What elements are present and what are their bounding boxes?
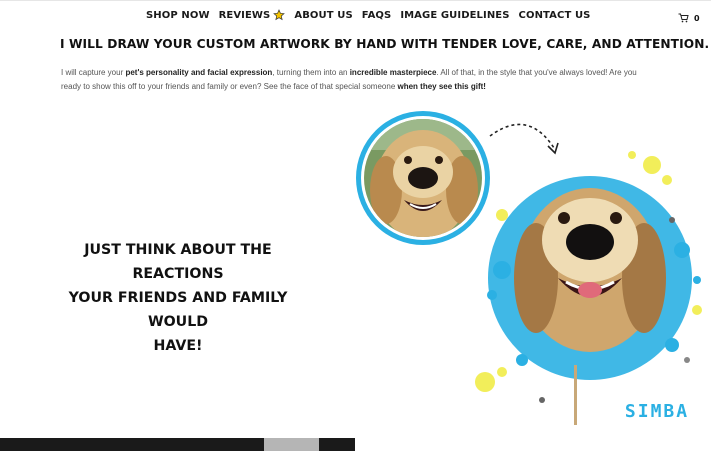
nav-faqs[interactable]: FAQS xyxy=(362,10,392,21)
tagline-line-1: JUST THINK ABOUT THE REACTIONS xyxy=(84,242,272,282)
tagline-line-3: HAVE! xyxy=(153,338,203,354)
cart-button[interactable]: 0 xyxy=(678,13,700,23)
desc-bold-1: pet's personality and facial expression xyxy=(125,68,273,77)
nav-image-guidelines-label: IMAGE GUIDELINES xyxy=(400,9,510,21)
desc-bold-3: when they see this gift! xyxy=(397,82,486,91)
pet-artwork-showcase: SIMBA xyxy=(356,111,702,425)
nav-shop-now-label: SHOP NOW xyxy=(146,9,210,21)
tagline-line-2: YOUR FRIENDS AND FAMILY WOULD xyxy=(68,290,288,330)
main-nav: SHOP NOW REVIEWS ABOUT US FAQS IMAGE GUI… xyxy=(146,9,600,21)
desc-part-2: , turning them into an xyxy=(272,68,350,77)
reactions-tagline: JUST THINK ABOUT THE REACTIONS YOUR FRIE… xyxy=(38,238,318,358)
hero-headline-text: I WILL DRAW YOUR CUSTOM ARTWORK BY HAND … xyxy=(60,36,710,51)
nav-about-us[interactable]: ABOUT US xyxy=(294,10,352,21)
hero-headline: I WILL DRAW YOUR CUSTOM ARTWORK BY HAND … xyxy=(60,36,711,51)
cart-icon xyxy=(678,13,689,23)
header-divider xyxy=(0,0,711,1)
desc-bold-2: incredible masterpiece xyxy=(349,68,437,77)
before-photo xyxy=(356,111,490,245)
nav-shop-now[interactable]: SHOP NOW xyxy=(146,10,210,21)
nav-reviews[interactable]: REVIEWS xyxy=(219,9,286,21)
cart-count: 0 xyxy=(694,13,700,23)
hero-description: I will capture your pet's personality an… xyxy=(61,66,641,94)
nav-image-guidelines[interactable]: IMAGE GUIDELINES xyxy=(400,10,509,21)
nav-contact-us[interactable]: CONTACT US xyxy=(519,10,591,21)
desc-part-1: I will capture your xyxy=(61,68,126,77)
nav-about-us-label: ABOUT US xyxy=(294,9,353,21)
nav-contact-us-label: CONTACT US xyxy=(518,9,591,21)
nav-reviews-label: REVIEWS xyxy=(218,9,271,21)
nav-faqs-label: FAQS xyxy=(361,9,392,21)
star-icon xyxy=(273,9,286,21)
dashed-arrow-icon xyxy=(489,123,559,155)
pet-name-label: SIMBA xyxy=(625,401,689,422)
next-section-image-highlight xyxy=(264,438,319,451)
